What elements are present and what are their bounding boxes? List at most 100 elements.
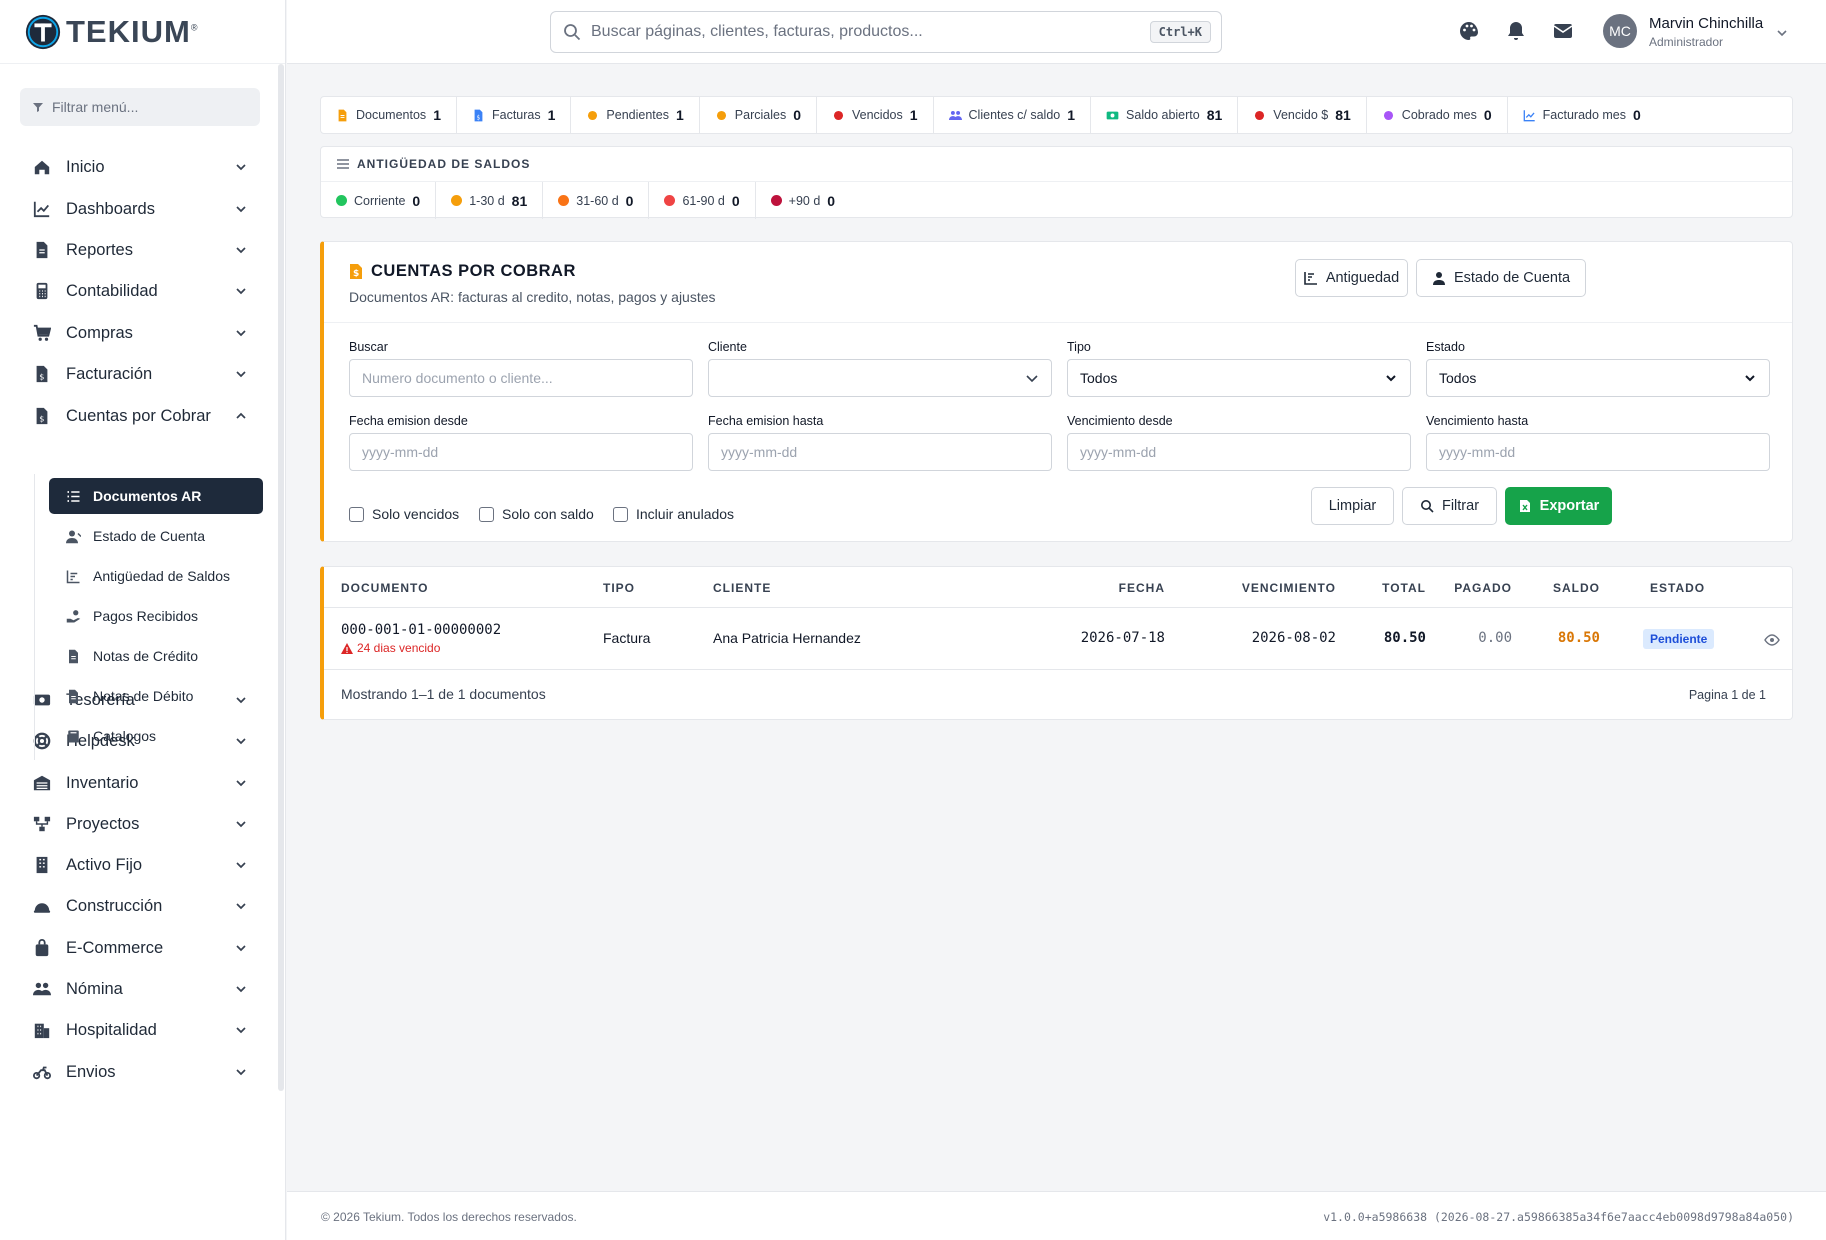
th-estado[interactable]: ESTADO	[1650, 581, 1705, 595]
sidebar-item-n-mina[interactable]: Nómina	[32, 971, 248, 1007]
chevron-down-icon[interactable]	[234, 1023, 248, 1037]
sidebar-item-dashboards[interactable]: Dashboards	[32, 191, 248, 227]
chevron-down-icon[interactable]	[1775, 26, 1789, 40]
submenu-item-notas-de-d-bito[interactable]: Notas de Débito	[49, 678, 263, 714]
chevron-down-icon[interactable]	[234, 160, 248, 174]
stat-saldo-abierto[interactable]: Saldo abierto 81	[1091, 97, 1239, 133]
user-role: Administrador	[1649, 35, 1724, 49]
tekium-logo-icon	[25, 14, 61, 49]
submenu-item-documentos-ar[interactable]: Documentos AR	[49, 478, 263, 514]
solo-vencidos-checkbox[interactable]: Solo vencidos	[349, 506, 459, 522]
sidebar-item-cuentas-por-cobrar[interactable]: $ Cuentas por Cobrar	[32, 398, 248, 434]
chevron-down-icon[interactable]	[234, 243, 248, 257]
chevron-down-icon[interactable]	[234, 817, 248, 831]
venc-desde-input[interactable]: yyyy-mm-dd	[1067, 433, 1411, 471]
submenu-item-label: Catalogos	[93, 728, 157, 744]
sidebar-item-reportes[interactable]: Reportes	[32, 232, 248, 268]
bell-icon[interactable]	[1504, 19, 1528, 43]
submenu-item-pagos-recibidos[interactable]: Pagos Recibidos	[49, 598, 263, 634]
aging-bucket[interactable]: +90 d 0	[756, 182, 850, 219]
export-button[interactable]: Exportar	[1505, 487, 1612, 525]
stat-vencidos[interactable]: Vencidos 1	[817, 97, 934, 133]
stat-facturas[interactable]: $ Facturas 1	[457, 97, 572, 133]
sidebar-item-inicio[interactable]: Inicio	[32, 149, 248, 185]
palette-icon[interactable]	[1457, 19, 1481, 43]
chevron-down-icon[interactable]	[234, 202, 248, 216]
checkbox-box[interactable]	[613, 506, 628, 522]
tipo-select[interactable]: Todos	[1067, 359, 1411, 397]
th-fecha[interactable]: FECHA	[1045, 581, 1165, 595]
submenu-item-antig-edad-de-saldos[interactable]: Antigüedad de Saldos	[49, 558, 263, 594]
estado-select[interactable]: Todos	[1426, 359, 1770, 397]
th-vencimiento[interactable]: VENCIMIENTO	[1186, 581, 1336, 595]
cliente-select[interactable]	[708, 359, 1052, 397]
sidebar-item-hospitalidad[interactable]: Hospitalidad	[32, 1012, 248, 1048]
eye-icon[interactable]	[1764, 632, 1780, 648]
stat-cobrado-mes[interactable]: Cobrado mes 0	[1367, 97, 1508, 133]
chevron-down-icon[interactable]	[234, 1065, 248, 1079]
aging-bucket[interactable]: 61-90 d 0	[649, 182, 756, 219]
th-saldo[interactable]: SALDO	[1520, 581, 1600, 595]
filter-button[interactable]: Filtrar	[1402, 487, 1497, 525]
global-search-input[interactable]: Buscar páginas, clientes, facturas, prod…	[550, 11, 1222, 53]
sidebar-item-proyectos[interactable]: Proyectos	[32, 806, 248, 842]
chevron-down-icon[interactable]	[234, 982, 248, 996]
th-documento[interactable]: DOCUMENTO	[341, 581, 428, 595]
sidebar-item-e-commerce[interactable]: E-Commerce	[32, 930, 248, 966]
aging-bucket[interactable]: 31-60 d 0	[543, 182, 650, 219]
statement-button[interactable]: Estado de Cuenta	[1416, 259, 1586, 297]
chevron-down-icon[interactable]	[234, 899, 248, 913]
avatar[interactable]: MC	[1603, 14, 1637, 48]
menu-filter-input[interactable]: Filtrar menú...	[20, 88, 260, 126]
cell-documento[interactable]: 000-001-01-00000002	[341, 622, 501, 638]
aging-button[interactable]: Antiguedad	[1295, 259, 1408, 297]
sidebar-item-compras[interactable]: Compras	[32, 315, 248, 351]
incluir-anulados-checkbox[interactable]: Incluir anulados	[613, 506, 734, 522]
th-total[interactable]: TOTAL	[1356, 581, 1426, 595]
pagination-text: Pagina 1 de 1	[1688, 688, 1766, 702]
stat-pendientes[interactable]: Pendientes 1	[571, 97, 700, 133]
sidebar-item-inventario[interactable]: Inventario	[32, 765, 248, 801]
checkbox-box[interactable]	[349, 506, 364, 522]
sidebar-item-construcci-n[interactable]: Construcción	[32, 888, 248, 924]
buscar-input[interactable]: Numero documento o cliente...	[349, 359, 693, 397]
fecha-hasta-input[interactable]: yyyy-mm-dd	[708, 433, 1052, 471]
chevron-up-icon[interactable]	[234, 409, 248, 423]
chevron-down-icon[interactable]	[234, 776, 248, 790]
sidebar-scrollbar[interactable]	[278, 64, 284, 1091]
stat-facturado-mes[interactable]: Facturado mes 0	[1508, 97, 1656, 133]
aging-bucket[interactable]: Corriente 0	[321, 182, 437, 219]
invoice-icon: $	[474, 109, 483, 121]
mail-icon[interactable]	[1551, 19, 1575, 43]
chevron-down-icon[interactable]	[234, 326, 248, 340]
th-pagado[interactable]: PAGADO	[1430, 581, 1512, 595]
th-cliente[interactable]: CLIENTE	[713, 581, 771, 595]
sidebar-item-facturaci-n[interactable]: $ Facturación	[32, 356, 248, 392]
chevron-down-icon[interactable]	[234, 858, 248, 872]
venc-hasta-input[interactable]: yyyy-mm-dd	[1426, 433, 1770, 471]
aging-summary: ANTIGÜEDAD DE SALDOS Corriente 0 1-30 d 81 3…	[320, 146, 1793, 219]
stat-clientes-c-saldo[interactable]: Clientes c/ saldo 1	[934, 97, 1092, 133]
chevron-down-icon[interactable]	[234, 941, 248, 955]
stat-vencido-[interactable]: Vencido $ 81	[1238, 97, 1367, 133]
aging-bucket[interactable]: 1-30 d 81	[436, 182, 544, 219]
submenu-item-estado-de-cuenta[interactable]: Estado de Cuenta	[49, 518, 263, 554]
sidebar-item-contabilidad[interactable]: Contabilidad	[32, 273, 248, 309]
brand[interactable]: TEKIUM®	[0, 0, 285, 64]
submenu-item-catalogos[interactable]: Catalogos	[49, 718, 263, 754]
user-name[interactable]: Marvin Chinchilla	[1649, 15, 1763, 32]
chevron-down-icon[interactable]	[234, 284, 248, 298]
checkbox-box[interactable]	[479, 506, 494, 522]
sidebar-item-activo-fijo[interactable]: Activo Fijo	[32, 847, 248, 883]
sidebar-item-envios[interactable]: Envios	[32, 1054, 248, 1090]
stat-documentos[interactable]: Documentos 1	[321, 97, 457, 133]
solo-saldo-checkbox[interactable]: Solo con saldo	[479, 506, 594, 522]
clear-button[interactable]: Limpiar	[1311, 487, 1394, 525]
th-tipo[interactable]: TIPO	[603, 581, 635, 595]
submenu-item-notas-de-cr-dito[interactable]: Notas de Crédito	[49, 638, 263, 674]
chevron-down-icon[interactable]	[234, 367, 248, 381]
stat-parciales[interactable]: Parciales 0	[700, 97, 817, 133]
project-icon-wrap	[32, 814, 52, 834]
fecha-desde-input[interactable]: yyyy-mm-dd	[349, 433, 693, 471]
aging-label: Corriente	[354, 193, 406, 208]
